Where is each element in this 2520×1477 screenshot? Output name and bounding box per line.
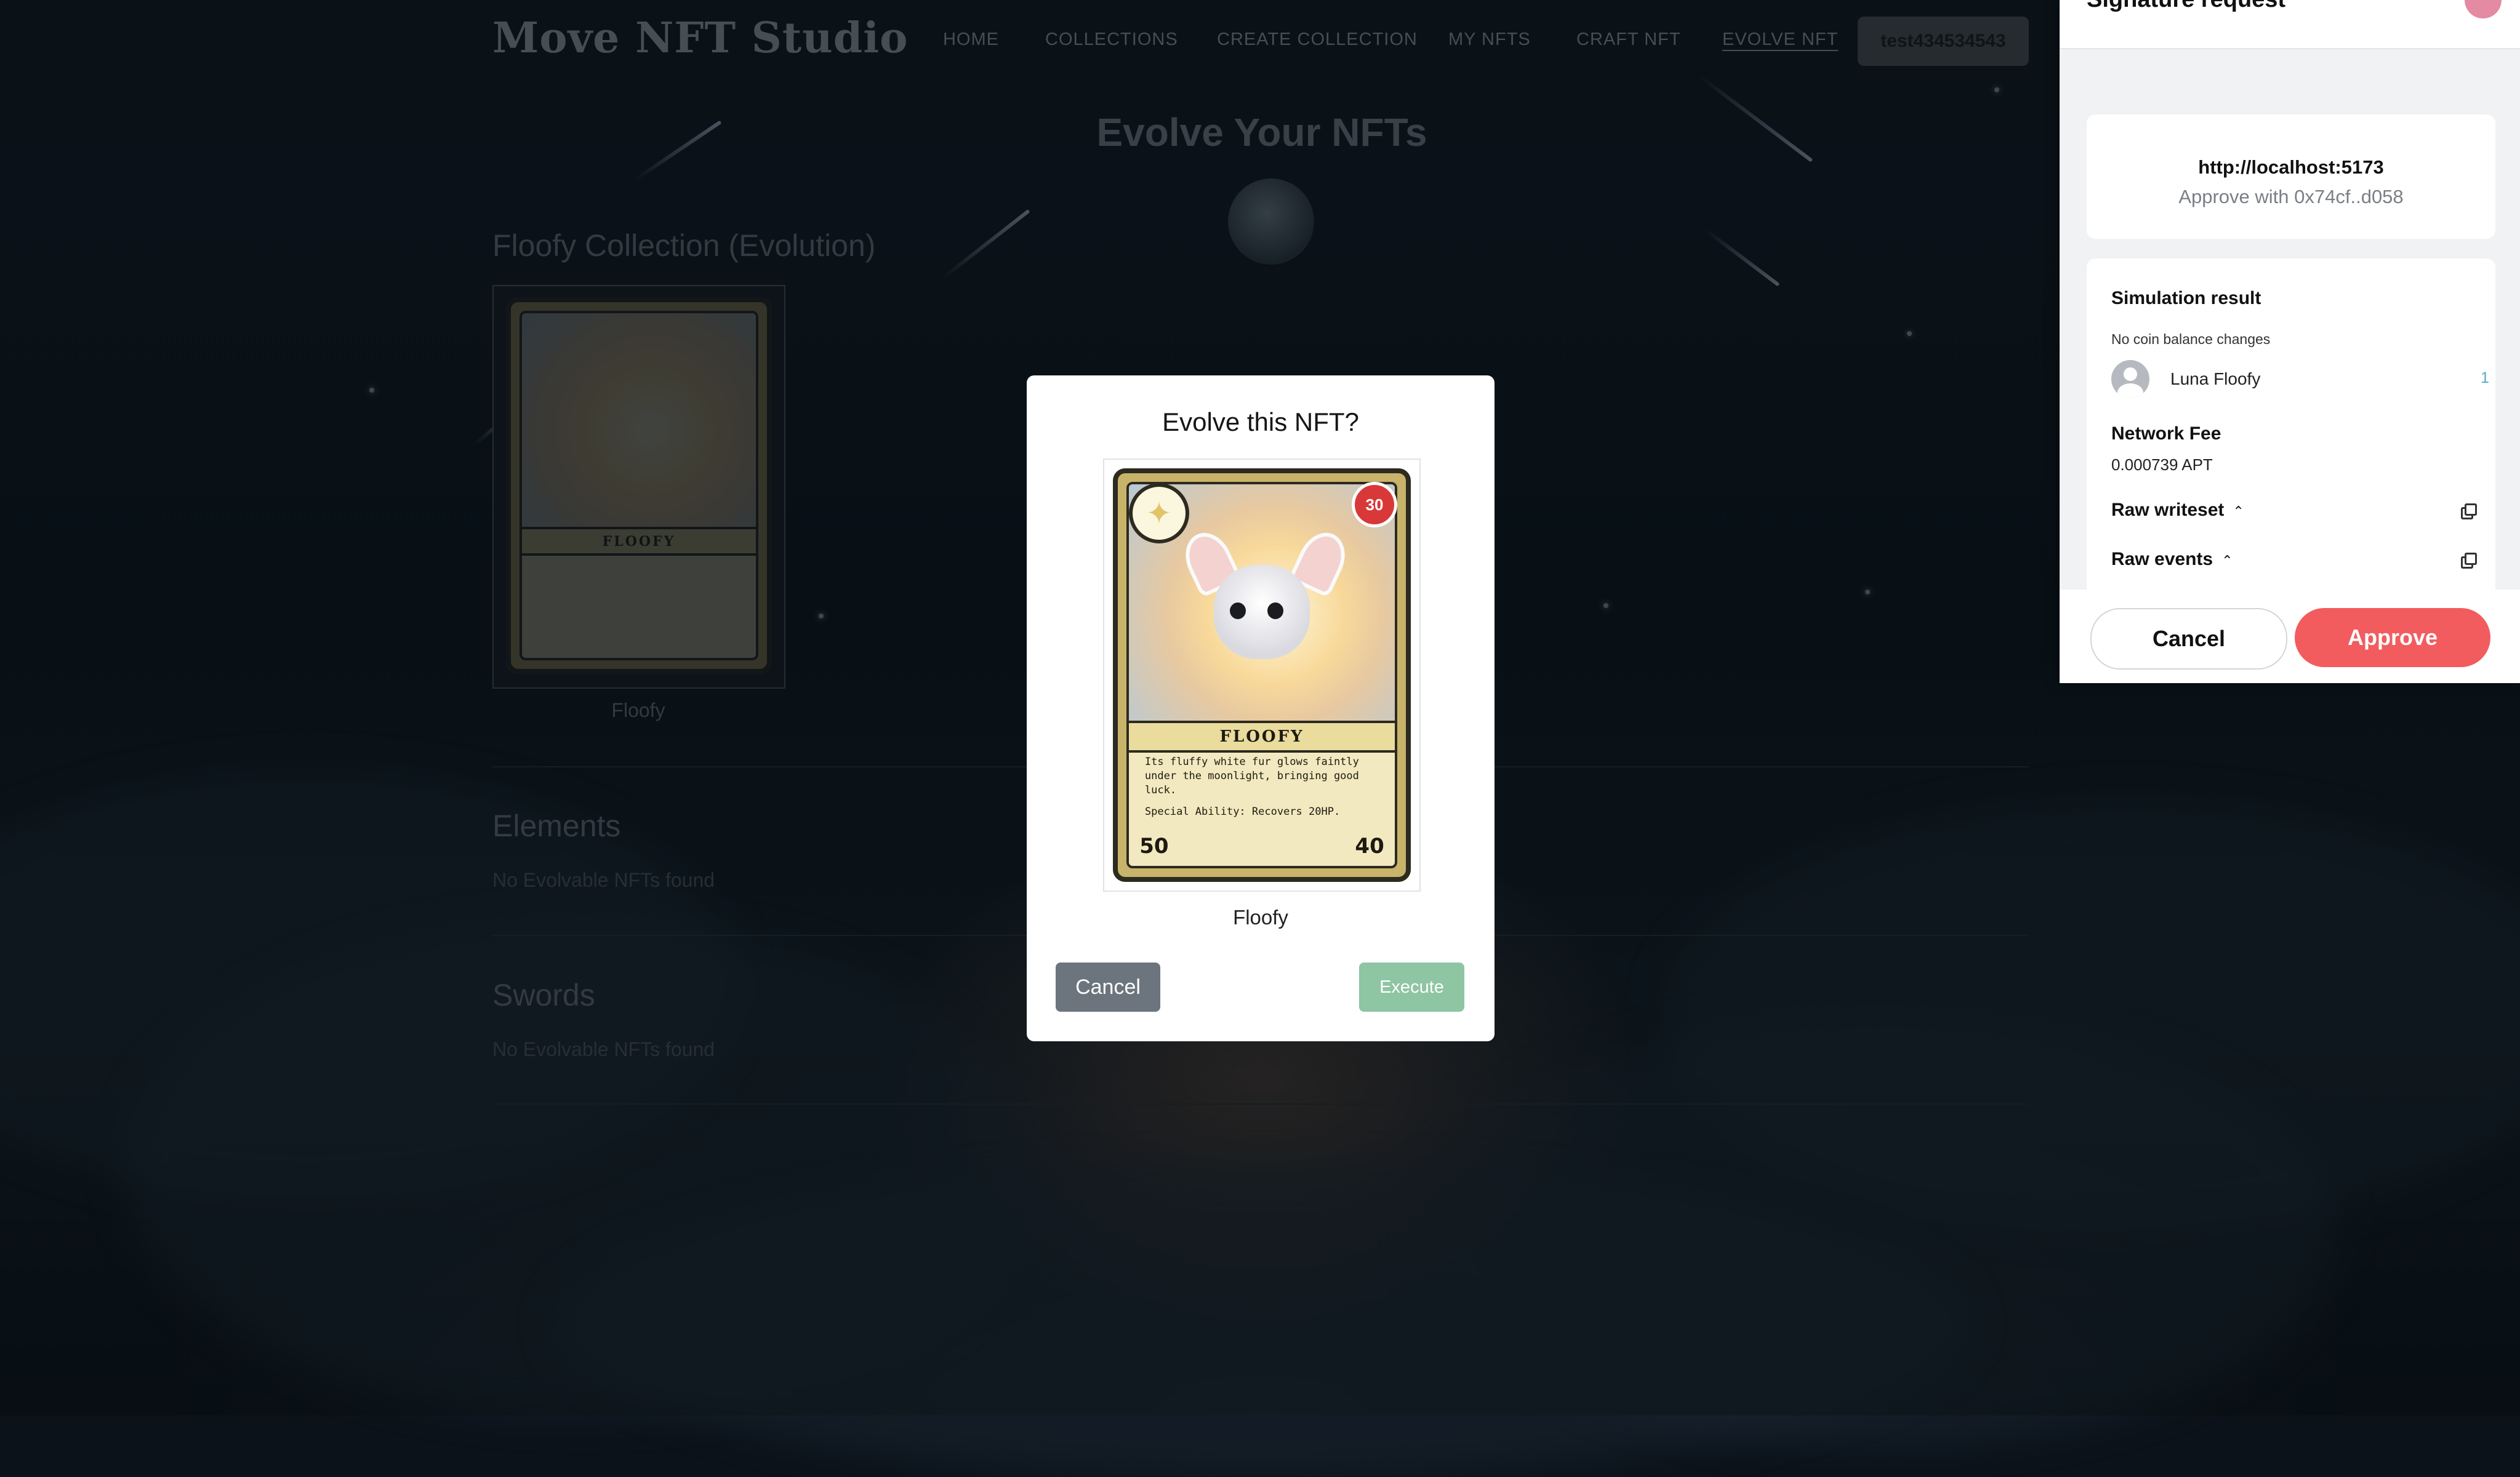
- simulation-card: Simulation result No coin balance change…: [2087, 258, 2495, 598]
- raw-events-label: Raw events: [2111, 549, 2213, 569]
- card-art: FLOOFY Its fluffy white fur glows faintl…: [1113, 468, 1411, 882]
- wallet-title: Signature request: [2087, 0, 2285, 13]
- wallet-footer: Cancel Approve: [2060, 590, 2520, 683]
- no-balance-changes: No coin balance changes: [2111, 331, 2271, 347]
- origin-url: http://localhost:5173: [2198, 156, 2384, 178]
- wallet-approve-button[interactable]: Approve: [2295, 608, 2490, 667]
- hp-badge: 30: [1352, 482, 1397, 527]
- creature-eye: [1267, 602, 1283, 620]
- modal-card-label: Floofy: [1233, 906, 1288, 929]
- asset-name: Luna Floofy: [2170, 369, 2261, 388]
- wallet-header: Signature request: [2060, 0, 2520, 49]
- origin-card: http://localhost:5173 Approve with 0x74c…: [2087, 114, 2495, 239]
- card-name: FLOOFY: [1129, 721, 1395, 753]
- modal-title: Evolve this NFT?: [1162, 407, 1359, 436]
- network-fee-label: Network Fee: [2111, 423, 2221, 444]
- simulation-title: Simulation result: [2111, 288, 2261, 308]
- copy-icon[interactable]: [2461, 553, 2477, 569]
- card-description: Its fluffy white fur glows faintly under…: [1144, 756, 1359, 797]
- approve-with-address: Approve with 0x74cf..d058: [2178, 186, 2404, 207]
- creature: [1214, 564, 1310, 660]
- copy-icon[interactable]: [2461, 503, 2477, 519]
- creature-eye: [1230, 602, 1246, 620]
- card-ability: Special Ability: Recovers 20HP.: [1144, 806, 1341, 818]
- wallet-signature-panel: Signature request http://localhost:5173 …: [2060, 0, 2520, 683]
- sparkle-icon: ✦: [1129, 483, 1189, 543]
- user-icon: [2111, 360, 2149, 398]
- card-attack: 50: [1139, 833, 1169, 859]
- asset-count: 1: [2481, 369, 2489, 386]
- raw-writeset-toggle[interactable]: Raw writeset ⌃: [2111, 500, 2244, 521]
- cancel-button[interactable]: Cancel: [1056, 963, 1160, 1012]
- raw-writeset-label: Raw writeset: [2111, 500, 2225, 520]
- raw-events-toggle[interactable]: Raw events ⌃: [2111, 549, 2233, 570]
- account-avatar[interactable]: [2465, 0, 2502, 18]
- network-fee-value: 0.000739 APT: [2111, 455, 2213, 474]
- evolve-modal: Evolve this NFT? FLOOFY Its fluffy white…: [1027, 375, 1495, 1041]
- card-defense: 40: [1355, 833, 1384, 859]
- modal-nft-card: FLOOFY Its fluffy white fur glows faintl…: [1103, 458, 1421, 892]
- chevron-up-icon: ⌃: [2233, 503, 2244, 519]
- chevron-up-icon: ⌃: [2221, 553, 2233, 568]
- execute-button[interactable]: Execute: [1359, 963, 1464, 1012]
- wallet-cancel-button[interactable]: Cancel: [2090, 608, 2287, 670]
